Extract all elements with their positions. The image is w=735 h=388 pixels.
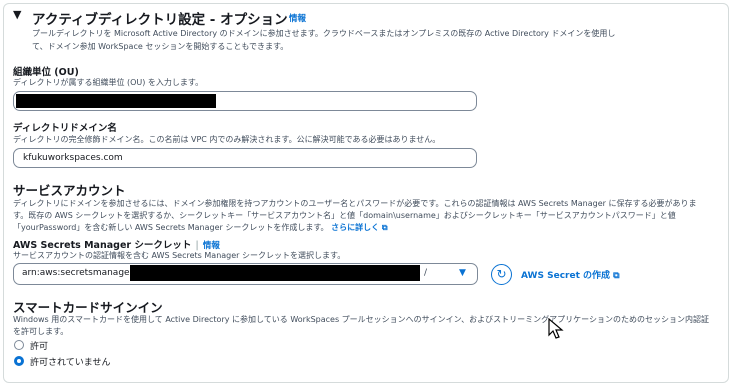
domain-input[interactable]: kfukuworkspaces.com (13, 148, 477, 168)
section-description-line1: プールディレクトリを Microsoft Active Directory のド… (32, 29, 616, 38)
domain-hint: ディレクトリの完全修飾ドメイン名。この名前は VPC 内でのみ解決されます。公に… (13, 135, 441, 144)
learn-more-label: さらに詳しく (331, 223, 380, 232)
create-secret-link[interactable]: AWS Secret の作成 ⧉ (521, 268, 620, 281)
service-account-title: サービスアカウント (13, 183, 126, 198)
info-link[interactable]: 情報 (289, 12, 306, 24)
smartcard-desc-line1: Windows 用のスマートカードを使用して Active Directory … (13, 315, 710, 324)
secret-label: AWS Secrets Manager シークレット | 情報 (13, 240, 220, 251)
create-secret-label: AWS Secret の作成 (521, 271, 611, 281)
learn-more-link[interactable]: さらに詳しく ⧉ (331, 223, 388, 232)
external-link-icon: ⧉ (613, 271, 620, 281)
section-title: アクティブディレクトリ設定 - オプション (32, 12, 288, 28)
service-account-desc-line1: ディレクトリにドメインを参加させるには、ドメイン参加権限を持つアカウントのユーザ… (13, 199, 697, 208)
radio-allow[interactable] (14, 340, 24, 350)
domain-label: ディレクトリドメイン名 (13, 123, 117, 134)
chevron-down-icon[interactable]: ▼ (459, 268, 466, 278)
refresh-icon[interactable]: ↻ (491, 264, 512, 285)
redacted-block (16, 94, 216, 108)
secret-select-value-prefix: arn:aws:secretsmanager: (22, 268, 137, 278)
external-link-icon: ⧉ (381, 223, 388, 232)
section-description-line2: て、ドメイン参加 WorkSpace セッションを開始することもできます。 (32, 42, 289, 51)
service-account-desc-line2: す。既存の AWS シークレットを選択するか、シークレットキー「サービスアカウン… (13, 211, 676, 220)
smartcard-desc-line2: を許可します。 (13, 327, 69, 336)
cursor-icon (548, 318, 564, 339)
secret-hint: サービスアカウントの認証情報を含む AWS Secrets Manager シー… (13, 251, 346, 260)
radio-not-allowed[interactable] (14, 356, 24, 366)
collapse-caret-icon[interactable]: ▼ (13, 8, 21, 21)
service-account-desc-text: 「yourPassword」を含む新しい AWS Secrets Manager… (13, 223, 329, 232)
radio-allow-label[interactable]: 許可 (30, 339, 48, 352)
secret-select-value-suffix: / (424, 268, 428, 278)
radio-not-allowed-label[interactable]: 許可されていません (30, 355, 110, 368)
service-account-desc-line3: 「yourPassword」を含む新しい AWS Secrets Manager… (13, 222, 388, 233)
redacted-block (130, 265, 420, 281)
ou-label: 組織単位 (OU) (13, 67, 79, 78)
ou-hint: ディレクトリが属する組織単位 (OU) を入力します。 (13, 78, 204, 87)
